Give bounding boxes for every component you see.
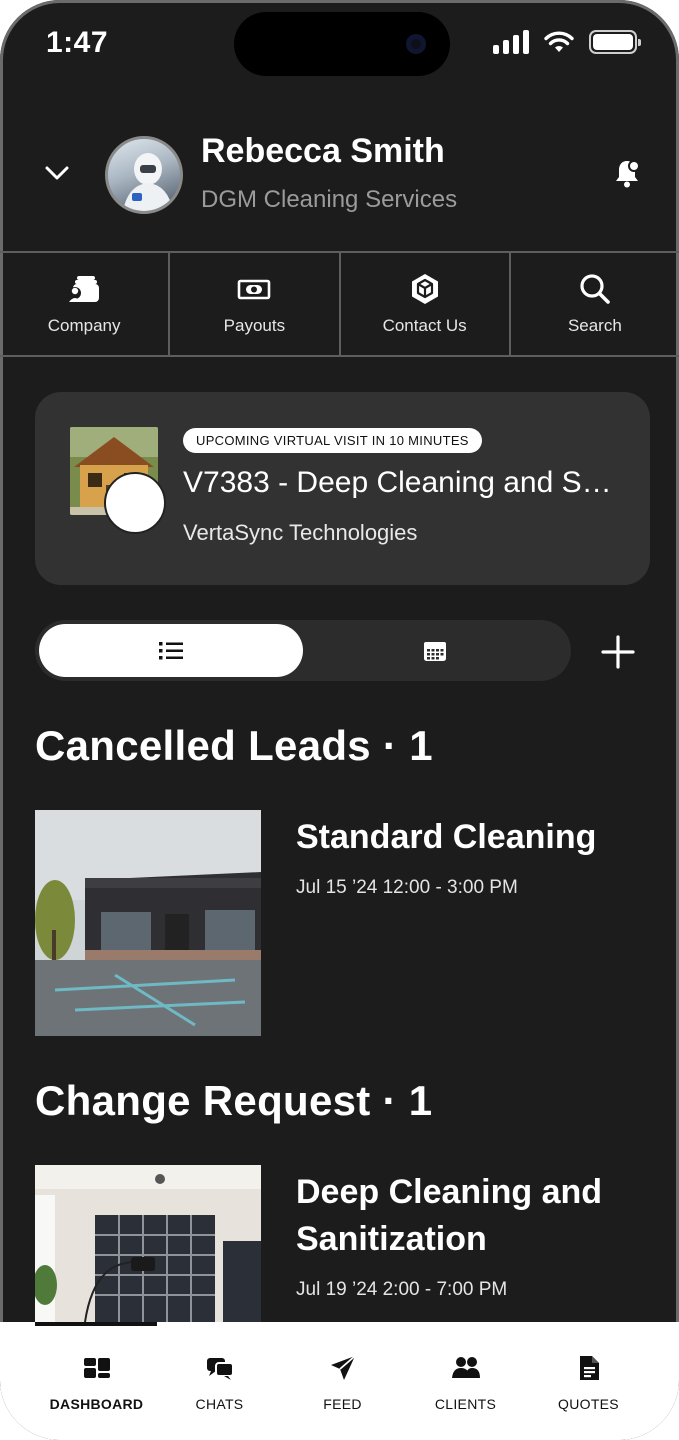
add-icon[interactable] xyxy=(598,632,638,672)
contact-icon xyxy=(411,274,438,304)
quick-nav-payouts[interactable]: Payouts xyxy=(170,253,341,355)
bell-icon[interactable] xyxy=(613,158,641,188)
chevron-down-icon[interactable] xyxy=(44,160,70,186)
signal-icon xyxy=(493,30,529,54)
status-icons xyxy=(493,30,641,54)
list-view-button[interactable] xyxy=(39,624,303,677)
lead-date: Jul 15 ’24 12:00 - 3:00 PM xyxy=(296,877,518,898)
visit-client: VertaSync Technologies xyxy=(183,520,418,545)
lead-image xyxy=(35,1165,261,1322)
tab-chats[interactable]: CHATS xyxy=(158,1322,281,1440)
visit-title: V7383 - Deep Cleaning and Sanitization xyxy=(183,466,613,499)
lead-date: Jul 19 ’24 2:00 - 7:00 PM xyxy=(296,1279,508,1300)
list-icon xyxy=(159,641,183,659)
quotes-icon xyxy=(579,1356,599,1380)
payouts-icon xyxy=(238,279,271,300)
quick-nav-search[interactable]: Search xyxy=(511,253,679,355)
status-bar: 1:47 xyxy=(0,0,679,90)
quick-nav: Company Payouts Contact Us Search xyxy=(0,251,679,357)
wifi-icon xyxy=(544,31,574,52)
calendar-view-button[interactable] xyxy=(303,624,567,677)
quick-nav-company[interactable]: Company xyxy=(0,253,171,355)
tab-label: QUOTES xyxy=(558,1396,619,1412)
profile-header: Rebecca Smith DGM Cleaning Services xyxy=(0,132,679,222)
list-item[interactable]: Standard Cleaning Jul 15 ’24 12:00 - 3:0… xyxy=(35,810,647,1036)
calendar-icon xyxy=(424,641,446,661)
active-tab-indicator xyxy=(35,1322,157,1326)
dynamic-island xyxy=(234,12,450,76)
upcoming-visit-card[interactable]: UPCOMING VIRTUAL VISIT IN 10 MINUTES V73… xyxy=(35,392,650,585)
lead-image xyxy=(35,810,261,1036)
quick-nav-label: Contact Us xyxy=(382,316,467,335)
avatar[interactable] xyxy=(105,136,183,214)
bottom-tab-bar: DASHBOARD CHATS FEED CLIENTS QUOTES xyxy=(0,1322,679,1440)
quick-nav-contact-us[interactable]: Contact Us xyxy=(341,253,511,355)
section-title-cancelled-leads: Cancelled Leads · 1 xyxy=(35,722,433,769)
status-time: 1:47 xyxy=(46,26,109,59)
clients-icon xyxy=(451,1357,480,1378)
battery-icon xyxy=(589,30,641,54)
visit-status-badge: UPCOMING VIRTUAL VISIT IN 10 MINUTES xyxy=(183,428,482,453)
chats-icon xyxy=(206,1358,234,1380)
tab-label: DASHBOARD xyxy=(49,1396,144,1412)
search-icon xyxy=(580,274,610,304)
dashboard-icon xyxy=(83,1358,110,1378)
company-name: DGM Cleaning Services xyxy=(201,186,458,213)
lead-title: Deep Cleaning and Sanitization xyxy=(296,1173,603,1258)
camera-icon xyxy=(406,34,426,54)
section-title-change-request: Change Request · 1 xyxy=(35,1077,433,1124)
phone-screen: 1:47 Rebecca Smith DGM Cleaning Services… xyxy=(0,0,679,1440)
quick-nav-label: Company xyxy=(47,316,121,335)
user-name: Rebecca Smith xyxy=(201,132,445,170)
feed-icon xyxy=(330,1355,356,1380)
company-icon xyxy=(69,276,100,302)
view-toggle xyxy=(35,620,571,681)
tab-clients[interactable]: CLIENTS xyxy=(404,1322,527,1440)
visit-avatar-placeholder xyxy=(104,472,166,534)
tab-label: CHATS xyxy=(195,1396,244,1412)
quick-nav-label: Payouts xyxy=(223,316,286,335)
tab-feed[interactable]: FEED xyxy=(281,1322,404,1440)
quick-nav-label: Search xyxy=(567,316,622,335)
tab-label: CLIENTS xyxy=(434,1396,497,1412)
tab-dashboard[interactable]: DASHBOARD xyxy=(35,1322,158,1440)
tab-label: FEED xyxy=(323,1396,362,1412)
lead-title: Standard Cleaning xyxy=(296,818,597,856)
tab-quotes[interactable]: QUOTES xyxy=(527,1322,650,1440)
list-item[interactable]: Deep Cleaning and Sanitization Jul 19 ’2… xyxy=(35,1165,647,1325)
